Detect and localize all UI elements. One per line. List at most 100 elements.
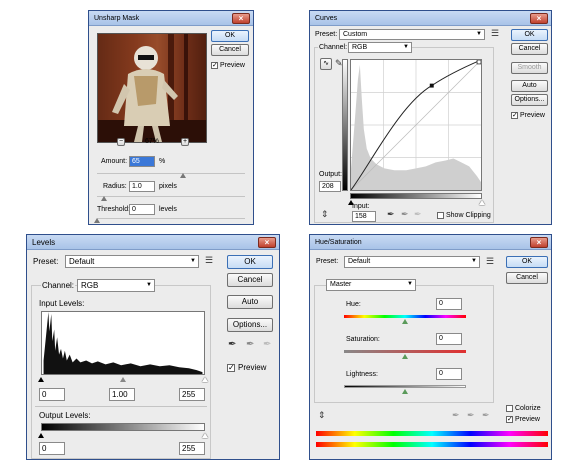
input-input[interactable]: 158: [352, 211, 376, 222]
preview-checkbox[interactable]: ✓: [506, 416, 513, 423]
close-icon[interactable]: ×: [530, 237, 548, 248]
white-eyedropper-icon[interactable]: ✒: [414, 210, 422, 219]
hue-input[interactable]: 0: [436, 298, 462, 310]
lightness-slider-thumb[interactable]: [402, 389, 408, 394]
curves-graph[interactable]: [350, 59, 482, 191]
input-gamma-slider[interactable]: [120, 377, 126, 382]
saturation-slider-track[interactable]: [344, 350, 466, 353]
black-eyedropper-icon[interactable]: ✒: [387, 210, 395, 219]
hue-slider-track[interactable]: [344, 315, 466, 318]
smooth-button[interactable]: Smooth: [511, 62, 548, 74]
add-eyedropper-icon[interactable]: ✒: [467, 411, 475, 420]
cancel-button[interactable]: Cancel: [511, 43, 548, 55]
white-point-slider[interactable]: [479, 200, 485, 205]
saturation-input[interactable]: 0: [436, 333, 462, 345]
edit-value: Master: [330, 281, 352, 288]
hue-slider-thumb[interactable]: [402, 319, 408, 324]
preview-label: Preview: [238, 363, 267, 372]
output-black-slider[interactable]: [38, 433, 44, 438]
saturation-label: Saturation:: [346, 336, 380, 343]
preset-menu-icon[interactable]: ☰: [205, 256, 213, 265]
zoom-in-button[interactable]: +: [181, 138, 189, 146]
preset-dropdown[interactable]: Default ▼: [344, 256, 480, 268]
options-button[interactable]: Options...: [511, 94, 548, 106]
output-input[interactable]: 208: [319, 181, 341, 192]
channel-label: Channel:: [318, 44, 349, 51]
preset-dropdown[interactable]: Custom ▼: [339, 29, 485, 40]
lightness-slider-track[interactable]: [344, 385, 466, 388]
cancel-button[interactable]: Cancel: [211, 44, 249, 56]
auto-button[interactable]: Auto: [227, 295, 273, 309]
input-white-slider[interactable]: [202, 377, 208, 382]
black-eyedropper-icon[interactable]: ✒: [228, 340, 236, 350]
threshold-input[interactable]: 0: [129, 204, 155, 215]
levels-title-bar[interactable]: Levels ×: [27, 235, 279, 250]
radius-slider-thumb[interactable]: [101, 196, 108, 201]
preset-label: Preset:: [316, 258, 339, 265]
ok-button[interactable]: OK: [506, 256, 548, 268]
curves-point-white[interactable]: [476, 60, 481, 65]
channel-dropdown[interactable]: RGB ▼: [348, 42, 412, 53]
threshold-slider-track[interactable]: [97, 218, 245, 219]
preset-menu-icon[interactable]: ☰: [491, 29, 499, 38]
unsharp-mask-dialog: Unsharp Mask × − 67% + OK Cancel ✓ Previ…: [88, 10, 254, 225]
ok-button[interactable]: OK: [227, 255, 273, 269]
input-black-slider[interactable]: [38, 377, 44, 382]
input-black-field[interactable]: 0: [39, 388, 65, 401]
huesat-title-bar[interactable]: Hue/Saturation ×: [310, 235, 551, 250]
dropdown-arrow-icon: ▼: [471, 258, 477, 264]
close-icon[interactable]: ×: [258, 237, 276, 248]
amount-slider-track[interactable]: [97, 173, 245, 174]
preview-image[interactable]: [97, 33, 207, 143]
output-black-field[interactable]: 0: [39, 442, 65, 455]
preset-menu-icon[interactable]: ☰: [486, 257, 494, 266]
dialog-title: Hue/Saturation: [315, 239, 362, 246]
show-clipping-label: Show Clipping: [446, 212, 491, 219]
show-clipping-checkbox[interactable]: [437, 212, 444, 219]
zoom-out-button[interactable]: −: [117, 138, 125, 146]
preview-checkbox[interactable]: ✓: [211, 62, 218, 69]
close-icon[interactable]: ×: [232, 13, 250, 24]
curve-point-tool-icon[interactable]: ∿: [320, 58, 332, 70]
eyedropper-icon[interactable]: ✒: [452, 411, 460, 420]
edit-dropdown[interactable]: Master ▼: [326, 279, 416, 291]
color-bar-top: [316, 431, 548, 436]
subtract-eyedropper-icon[interactable]: ✒: [482, 411, 490, 420]
curves-point[interactable]: [429, 83, 434, 88]
radius-input[interactable]: 1.0: [129, 181, 155, 192]
preset-dropdown[interactable]: Default ▼: [65, 255, 199, 268]
white-eyedropper-icon[interactable]: ✒: [263, 340, 271, 350]
preview-checkbox[interactable]: ✓: [511, 112, 518, 119]
input-white-field[interactable]: 255: [179, 388, 205, 401]
dropdown-arrow-icon: ▼: [146, 282, 152, 288]
cancel-button[interactable]: Cancel: [227, 273, 273, 287]
levels-dialog: Levels × Preset: Default ▼ ☰ Channel: RGB…: [26, 234, 280, 460]
ok-button[interactable]: OK: [211, 30, 249, 42]
on-image-adjust-icon[interactable]: ⇕: [321, 210, 329, 219]
channel-dropdown[interactable]: RGB ▼: [77, 279, 155, 292]
amount-slider-thumb[interactable]: [179, 173, 186, 178]
output-white-field[interactable]: 255: [179, 442, 205, 455]
radius-slider-track[interactable]: [97, 196, 245, 197]
close-icon[interactable]: ×: [530, 13, 548, 24]
curves-title-bar[interactable]: Curves ×: [310, 11, 551, 26]
colorize-checkbox[interactable]: [506, 405, 513, 412]
output-white-slider[interactable]: [202, 433, 208, 438]
ok-button[interactable]: OK: [511, 29, 548, 41]
gray-eyedropper-icon[interactable]: ✒: [246, 340, 254, 350]
auto-button[interactable]: Auto: [511, 80, 548, 92]
threshold-slider-thumb[interactable]: [94, 218, 100, 223]
curves-dialog: Curves × Preset: Custom ▼ ☰ Channel: RGB ▼…: [309, 10, 552, 225]
dialog-title: Levels: [32, 238, 56, 247]
input-gamma-field[interactable]: 1.00: [109, 388, 135, 401]
unsharp-mask-title-bar[interactable]: Unsharp Mask ×: [89, 11, 253, 26]
gray-eyedropper-icon[interactable]: ✒: [401, 210, 409, 219]
lightness-input[interactable]: 0: [436, 368, 462, 380]
on-image-adjust-icon[interactable]: ⇕: [318, 411, 326, 420]
amount-input[interactable]: 65: [129, 156, 155, 167]
preview-checkbox[interactable]: ✓: [227, 364, 235, 372]
dialog-title: Unsharp Mask: [94, 15, 140, 22]
cancel-button[interactable]: Cancel: [506, 272, 548, 284]
saturation-slider-thumb[interactable]: [402, 354, 408, 359]
options-button[interactable]: Options...: [227, 318, 273, 332]
